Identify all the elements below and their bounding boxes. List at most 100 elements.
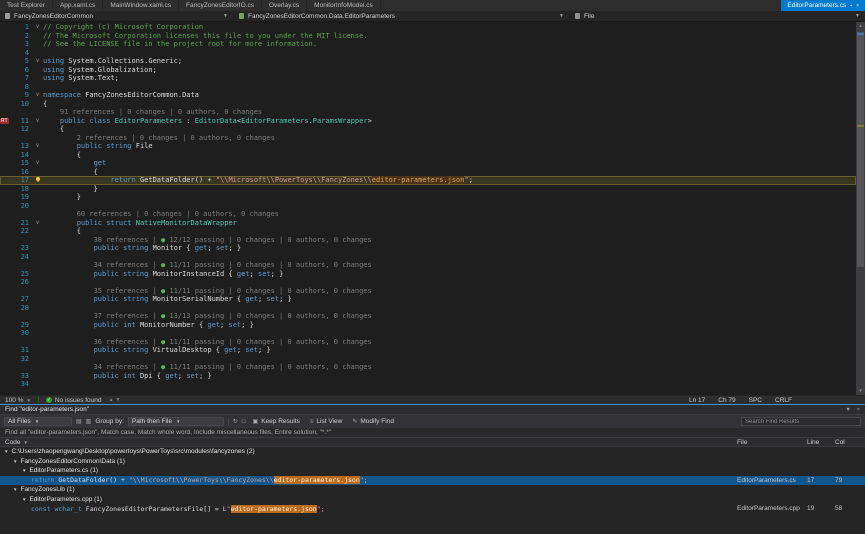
tool-tab[interactable]: App.xaml.cs <box>53 0 103 11</box>
breakpoint-margin[interactable] <box>0 329 10 338</box>
code-line[interactable]: 3// See the LICENSE file in the project … <box>0 40 856 49</box>
fold-collapse-icon[interactable]: ∨ <box>32 142 43 151</box>
codelens-row[interactable]: 35 references | ● 11/11 passing | 0 chan… <box>0 287 856 296</box>
code-line[interactable]: 26 <box>0 278 856 287</box>
breakpoint-margin[interactable] <box>0 219 10 228</box>
tool-tab[interactable]: MonitorInfoModel.cs <box>307 0 381 11</box>
code-line[interactable]: 6using System.Globalization; <box>0 66 856 75</box>
code-line[interactable]: 21∨ public struct NativeMonitorDataWrapp… <box>0 219 856 228</box>
breakpoint-margin[interactable] <box>0 270 10 279</box>
pin-icon[interactable]: ▪ <box>850 3 852 9</box>
type-dropdown[interactable]: FancyZonesEditorCommon.Data.EditorParame… <box>234 11 570 21</box>
code-line[interactable]: 2// The Microsoft Corporation licenses t… <box>0 32 856 41</box>
tool-tab[interactable]: MainWindow.xaml.cs <box>103 0 179 11</box>
breakpoint-margin[interactable] <box>0 244 10 253</box>
breakpoint-margin[interactable] <box>0 66 10 75</box>
chevron-down-icon[interactable]: ▼ <box>845 407 850 413</box>
breakpoint-margin[interactable] <box>0 372 10 381</box>
find-group-row[interactable]: ▼FancyZonesLib (1) <box>0 485 865 495</box>
code-line[interactable]: 18 } <box>0 185 856 194</box>
breakpoint-margin[interactable] <box>0 83 10 92</box>
breakpoint-margin[interactable] <box>0 338 10 347</box>
modify-find-button[interactable]: ✎ Modify Find <box>349 417 397 426</box>
lightbulb-icon[interactable] <box>36 177 40 181</box>
breakpoint-margin[interactable] <box>0 49 10 58</box>
breakpoint-margin[interactable] <box>0 57 10 66</box>
group-by-dropdown[interactable]: Path then File ▼ <box>128 417 224 426</box>
code-line[interactable]: 29 public int MonitorNumber { get; set; … <box>0 321 856 330</box>
code-line[interactable]: 19 } <box>0 193 856 202</box>
tool-tab[interactable]: Test Explorer <box>0 0 53 11</box>
column-header-file[interactable]: File <box>737 439 807 446</box>
codelens-row[interactable]: 91 references | 0 changes | 0 authors, 0… <box>0 108 856 117</box>
code-line[interactable]: 32 <box>0 355 856 364</box>
line-indicator[interactable]: Ln 17 <box>689 397 705 404</box>
tool-tab[interactable]: FancyZonesEditorIO.cs <box>179 0 262 11</box>
fold-collapse-icon[interactable]: ∨ <box>32 23 43 32</box>
codelens-row[interactable]: 37 references | ● 13/13 passing | 0 chan… <box>0 312 856 321</box>
keep-results-button[interactable]: ▣ Keep Results <box>250 417 303 426</box>
code-line[interactable]: 12 { <box>0 125 856 134</box>
code-line[interactable]: 9∨namespace FancyZonesEditorCommon.Data <box>0 91 856 100</box>
search-find-results-input[interactable] <box>741 417 861 426</box>
expander-icon[interactable]: ▼ <box>13 487 17 492</box>
breakpoint-margin[interactable] <box>0 312 10 321</box>
code-line[interactable]: 30 <box>0 329 856 338</box>
expander-icon[interactable]: ▼ <box>22 497 26 502</box>
find-group-row[interactable]: ▼EditorParameters.cpp (1) <box>0 495 865 505</box>
code-line[interactable]: 10{ <box>0 100 856 109</box>
find-group-row[interactable]: ▼EditorParameters.cs (1) <box>0 466 865 476</box>
refresh-icon[interactable]: ↻ <box>233 418 238 425</box>
expander-icon[interactable]: ▼ <box>4 449 8 454</box>
find-group-row[interactable]: ▼FancyZonesEditorCommon\Data (1) <box>0 457 865 467</box>
breakpoint-margin[interactable] <box>0 168 10 177</box>
document-health[interactable]: ✓ No issues found <box>46 397 102 404</box>
breakpoint-margin[interactable] <box>0 32 10 41</box>
column-header-line[interactable]: Line <box>807 439 835 446</box>
breakpoint-margin[interactable] <box>0 363 10 372</box>
code-line[interactable]: 27 public string MonitorSerialNumber { g… <box>0 295 856 304</box>
find-panel-title-bar[interactable]: Find "editor-parameters.json" ▼ × <box>0 405 865 415</box>
codelens-row[interactable]: 36 references | ● 11/11 passing | 0 chan… <box>0 338 856 347</box>
code-line[interactable]: 4 <box>0 49 856 58</box>
breakpoint-margin[interactable] <box>0 159 10 168</box>
breakpoint-margin[interactable] <box>0 23 10 32</box>
close-icon[interactable]: × <box>857 407 860 413</box>
code-line[interactable]: 31 public string VirtualDesktop { get; s… <box>0 346 856 355</box>
active-document-tab[interactable]: EditorParameters.cs ▪ × <box>781 0 865 11</box>
breakpoint-margin[interactable] <box>0 125 10 134</box>
copy-icon[interactable]: ▥ <box>86 418 92 425</box>
breakpoint-margin[interactable] <box>0 91 10 100</box>
breakpoint-margin[interactable] <box>0 304 10 313</box>
breakpoint-margin[interactable] <box>0 287 10 296</box>
codelens-row[interactable]: 34 references | ● 11/11 passing | 0 chan… <box>0 261 856 270</box>
code-line[interactable]: 13∨ public string File <box>0 142 856 151</box>
scroll-up-icon[interactable]: ▲ <box>856 22 865 30</box>
breakpoint-margin[interactable] <box>0 176 10 185</box>
codelens-row[interactable]: 38 references | ● 12/12 passing | 0 chan… <box>0 236 856 245</box>
find-results-tree[interactable]: ▼C:\Users\zhaopengwang\Desktop\powertoys… <box>0 447 865 534</box>
codelens-row[interactable]: 2 references | 0 changes | 0 authors, 0 … <box>0 134 856 143</box>
breakpoint-margin[interactable] <box>0 74 10 83</box>
fold-collapse-icon[interactable]: ∨ <box>32 219 43 228</box>
breakpoint-margin[interactable] <box>0 134 10 143</box>
code-line[interactable]: 15∨ get <box>0 159 856 168</box>
breakpoint-margin[interactable] <box>0 142 10 151</box>
breakpoint-margin[interactable] <box>0 253 10 262</box>
code-line[interactable]: 17 return GetDataFolder() + "\\Microsoft… <box>0 176 856 185</box>
breakpoint-margin[interactable]: RT <box>0 117 10 126</box>
error-nav-icons[interactable]: ▲▼ <box>109 397 123 403</box>
editor-scrollbar[interactable]: ▲ ▼ <box>856 22 865 395</box>
fold-collapse-icon[interactable]: ∨ <box>32 91 43 100</box>
breakpoint-margin[interactable] <box>0 210 10 219</box>
code-line[interactable]: 16 { <box>0 168 856 177</box>
find-group-row[interactable]: ▼C:\Users\zhaopengwang\Desktop\powertoys… <box>0 447 865 457</box>
code-line[interactable]: 25 public string MonitorInstanceId { get… <box>0 270 856 279</box>
open-file-icon[interactable]: ▤ <box>76 418 82 425</box>
column-header-col[interactable]: Col <box>835 439 865 446</box>
code-line[interactable]: 14 { <box>0 151 856 160</box>
find-result-row[interactable]: const wchar_t FancyZonesEditorParameters… <box>0 504 865 514</box>
expander-icon[interactable]: ▼ <box>13 459 17 464</box>
code-editor[interactable]: 1∨// Copyright (c) Microsoft Corporation… <box>0 22 865 395</box>
code-line[interactable]: RT11∨ public class EditorParameters : Ed… <box>0 117 856 126</box>
